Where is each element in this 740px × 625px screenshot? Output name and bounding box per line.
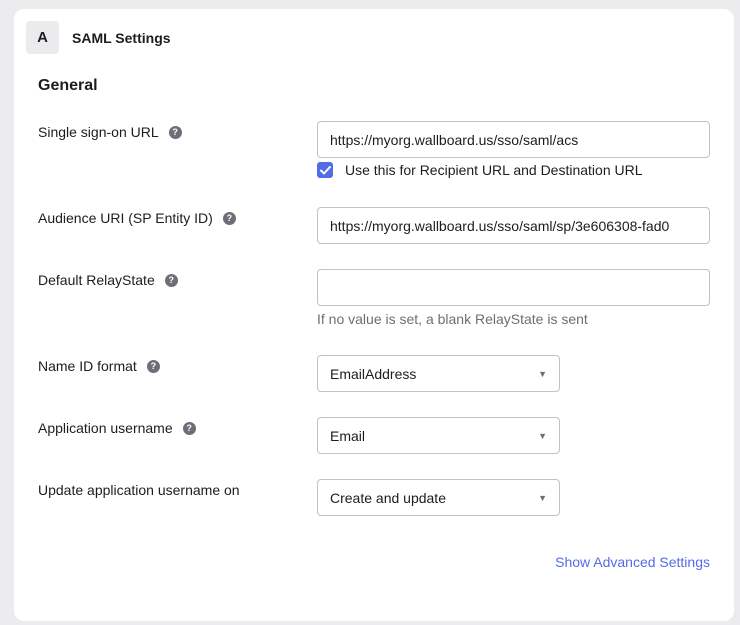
help-icon[interactable]: ? [222, 211, 236, 225]
update-username-on-value: Create and update [330, 489, 446, 506]
help-icon[interactable]: ? [146, 359, 160, 373]
name-id-format-value: EmailAddress [330, 365, 417, 382]
checkmark-icon [319, 165, 331, 174]
caret-down-icon: ▼ [538, 430, 547, 441]
relay-state-label-text: Default RelayState [38, 272, 155, 288]
relay-state-input[interactable] [317, 269, 710, 306]
saml-settings-card: A SAML Settings General Single sign-on U… [14, 9, 734, 621]
caret-down-icon: ▼ [538, 492, 547, 503]
recipient-url-checkbox-label: Use this for Recipient URL and Destinati… [345, 162, 643, 178]
step-badge: A [26, 21, 59, 54]
name-id-format-label-text: Name ID format [38, 358, 137, 374]
update-username-on-label-text: Update application username on [38, 482, 240, 498]
sso-url-input[interactable] [317, 121, 710, 158]
update-username-on-select[interactable]: Create and update ▼ [317, 479, 560, 516]
sso-url-label-text: Single sign-on URL [38, 124, 159, 140]
card-title: SAML Settings [72, 29, 171, 46]
relay-state-hint: If no value is set, a blank RelayState i… [317, 311, 588, 327]
sso-url-label: Single sign-on URL ? [38, 124, 182, 140]
card-header: A SAML Settings [26, 21, 171, 54]
update-username-on-label: Update application username on [38, 482, 240, 498]
help-icon[interactable]: ? [182, 421, 196, 435]
help-icon[interactable]: ? [164, 273, 178, 287]
app-username-select[interactable]: Email ▼ [317, 417, 560, 454]
recipient-url-checkbox[interactable] [317, 162, 333, 178]
section-title-general: General [38, 77, 98, 94]
recipient-url-checkbox-row[interactable]: Use this for Recipient URL and Destinati… [317, 162, 643, 178]
app-username-label: Application username ? [38, 420, 196, 436]
audience-uri-input[interactable] [317, 207, 710, 244]
name-id-format-select[interactable]: EmailAddress ▼ [317, 355, 560, 392]
audience-uri-label-text: Audience URI (SP Entity ID) [38, 210, 213, 226]
show-advanced-settings-link[interactable]: Show Advanced Settings [555, 554, 710, 570]
help-icon[interactable]: ? [168, 125, 182, 139]
app-username-label-text: Application username [38, 420, 173, 436]
name-id-format-label: Name ID format ? [38, 358, 160, 374]
relay-state-label: Default RelayState ? [38, 272, 178, 288]
audience-uri-label: Audience URI (SP Entity ID) ? [38, 210, 236, 226]
app-username-value: Email [330, 427, 366, 444]
caret-down-icon: ▼ [538, 368, 547, 379]
